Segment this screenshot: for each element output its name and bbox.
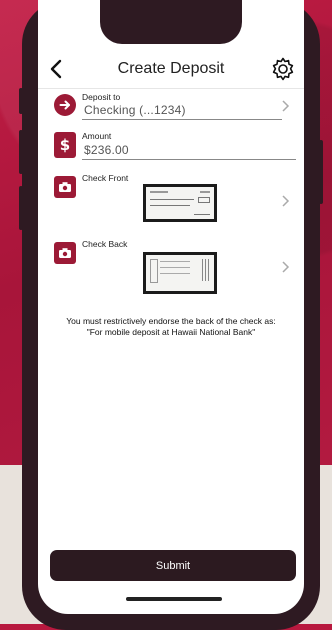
deposit-to-underline: [82, 119, 282, 120]
submit-button[interactable]: Submit: [50, 550, 296, 581]
check-front-image: [143, 184, 217, 222]
gear-icon[interactable]: [270, 56, 296, 82]
check-back-image: [143, 252, 217, 294]
volume-up-button: [19, 130, 23, 174]
deposit-to-field[interactable]: Deposit to Checking (...1234): [38, 92, 304, 122]
chevron-right-icon: [280, 260, 290, 274]
deposit-to-label: Deposit to: [82, 92, 121, 102]
endorsement-notice: You must restrictively endorse the back …: [66, 316, 276, 337]
deposit-to-value: Checking (...1234): [84, 103, 186, 117]
check-front-label: Check Front: [82, 173, 129, 183]
phone-notch: [100, 0, 242, 44]
dollar-receipt-icon: $: [54, 132, 76, 158]
chevron-right-icon: [280, 99, 290, 113]
amount-underline: [82, 159, 296, 160]
check-back-label: Check Back: [82, 239, 128, 249]
camera-icon: [54, 242, 76, 264]
amount-value: $236.00: [84, 143, 129, 157]
navigation-bar: Create Deposit: [38, 52, 304, 89]
app-screen: Create Deposit Deposit to Checking (...1…: [38, 0, 304, 614]
page-title: Create Deposit: [117, 60, 225, 77]
volume-down-button: [19, 186, 23, 230]
arrow-right-circle-icon: [54, 94, 76, 116]
amount-field[interactable]: $ Amount $236.00: [38, 130, 304, 162]
chevron-right-icon: [280, 194, 290, 208]
home-indicator: [126, 597, 222, 601]
amount-label: Amount: [82, 131, 112, 141]
mute-switch: [19, 88, 23, 114]
check-front-field[interactable]: Check Front: [38, 172, 304, 236]
power-button: [319, 140, 323, 204]
camera-icon: [54, 176, 76, 198]
phone-frame: Create Deposit Deposit to Checking (...1…: [19, 0, 323, 630]
check-back-field[interactable]: Check Back: [38, 238, 304, 302]
